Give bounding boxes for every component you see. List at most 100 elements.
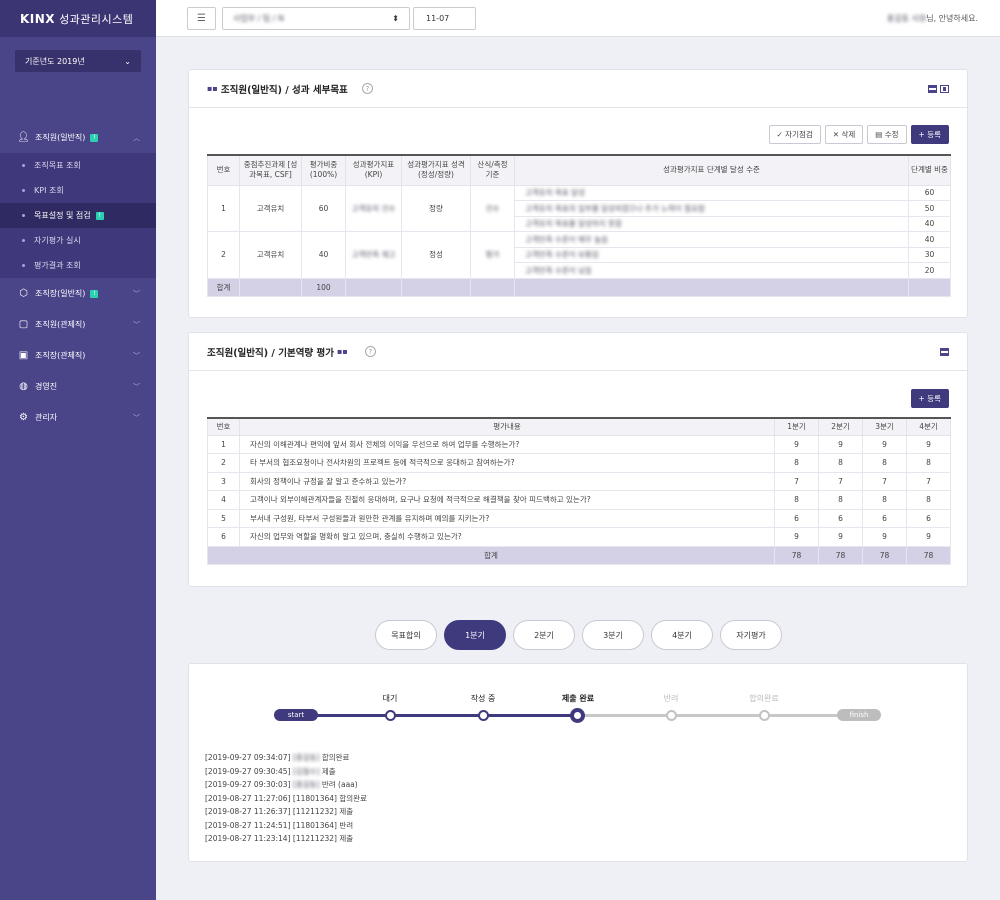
col-header: 성과평가지표 (KPI) xyxy=(345,154,402,186)
row-no: 2 xyxy=(207,453,240,473)
table-row[interactable]: 5 부서내 구성원, 타부서 구성원들과 원만한 관계를 유지하며 예의를 지키는… xyxy=(207,508,951,528)
register-button[interactable]: + 등록 xyxy=(910,125,949,144)
alert-badge: ! xyxy=(95,211,104,220)
row-kind: 정량 xyxy=(401,184,471,232)
expand-icon[interactable] xyxy=(940,85,949,93)
tab-q2[interactable]: 2분기 xyxy=(513,620,575,650)
q-score: 8 xyxy=(818,490,863,510)
self-check-button[interactable]: ✓ 자기점검 xyxy=(768,125,821,144)
sidebar-sub-org-goals[interactable]: 조직목표 조회 xyxy=(0,153,156,178)
log-ts: [2019-09-27 09:30:45] xyxy=(205,766,291,776)
level-weight: 40 xyxy=(908,231,951,248)
row-kind: 정성 xyxy=(401,231,471,279)
total-value: 100 xyxy=(301,277,346,297)
tab-q4[interactable]: 4분기 xyxy=(651,620,713,650)
table-row[interactable]: 1 자신의 이해관계나 편익에 앞서 회사 전체의 이익을 우선으로 하여 업무를… xyxy=(207,434,951,454)
row-no: 4 xyxy=(207,490,240,510)
sub-item-label: 평가결과 조회 xyxy=(34,261,81,270)
date-value: 11-07 xyxy=(426,14,450,23)
help-icon[interactable]: ? xyxy=(364,346,376,357)
brand[interactable]: KINX 성과관리시스템 xyxy=(0,0,156,37)
updown-icon: ⬍ xyxy=(392,14,399,23)
table-row[interactable]: 3 회사의 정책이나 규정을 잘 알고 준수하고 있는가? 7 7 7 7 xyxy=(207,471,951,491)
date-input[interactable]: 11-07 xyxy=(413,7,476,30)
bullet-icon xyxy=(22,164,25,167)
sidebar-sub-results[interactable]: 평가결과 조회 xyxy=(0,253,156,278)
sidebar-sub-kpi[interactable]: KPI 조회 xyxy=(0,178,156,203)
history-log: [2019-09-27 09:34:07] [홍길동] 합의완료 [2019-0… xyxy=(205,751,367,846)
log-msg: 제출 xyxy=(339,834,354,843)
delete-button[interactable]: ✕ 삭제 xyxy=(824,125,864,144)
step-label: 작성 중 xyxy=(470,694,496,703)
brand-logo: KINX xyxy=(20,11,56,26)
col-header: 평가내용 xyxy=(239,417,775,436)
sidebar-item-leader-control[interactable]: ▣ 조직장(관제직) ﹀ xyxy=(0,340,156,371)
table-row[interactable]: 2 고객유치 40 고객만족 제고 정성 평가 고객만족 수준이 매우 높음 4… xyxy=(207,231,951,279)
gear-icon: ⚙ xyxy=(19,412,28,423)
sidebar-sub-self-eval[interactable]: 자기평가 실시 xyxy=(0,228,156,253)
table-row[interactable]: 1 고객유치 60 고객유치 건수 정량 건수 고객유치 목표 달성 60 xyxy=(207,184,951,232)
panel-title: 조직원(일반직) / 기본역량 평가 xyxy=(207,347,334,359)
q-score: 9 xyxy=(906,527,951,547)
row-task: 고객유치 xyxy=(239,231,302,279)
log-user: [홍길동] xyxy=(292,753,320,762)
topbar: ☰ 사업부 / 팀 / N ⬍ 11-07 홍길동 사원님, 안녕하세요. xyxy=(156,0,1000,37)
q-score: 6 xyxy=(774,508,819,528)
collapse-icon[interactable] xyxy=(940,348,949,356)
table-row[interactable]: 4 고객이나 외부이해관계자들을 친절히 응대하며, 요구나 요청에 적극적으로 … xyxy=(207,490,951,510)
menu-toggle-button[interactable]: ☰ xyxy=(187,7,216,30)
sidebar-item-leader-general[interactable]: ⬡ 조직장(일반직) ! ﹀ xyxy=(0,278,156,309)
sidebar-item-label: 조직원(관제직) xyxy=(35,320,86,329)
submenu: 조직목표 조회 KPI 조회 목표설정 및 점검! 자기평가 실시 평가결과 조… xyxy=(0,153,156,278)
log-ts: [2019-08-27 11:23:14] xyxy=(205,834,291,843)
brand-title: 성과관리시스템 xyxy=(59,12,134,26)
register-button[interactable]: + 등록 xyxy=(910,389,949,408)
step-label: 반려 xyxy=(663,694,679,703)
level-weight: 30 xyxy=(908,246,951,263)
bullet-icon xyxy=(22,264,25,267)
row-content: 고객이나 외부이해관계자들을 친절히 응대하며, 요구나 요청에 적극적으로 해… xyxy=(239,490,775,510)
collapse-icon[interactable] xyxy=(928,85,937,93)
step-node xyxy=(385,710,396,721)
step-node xyxy=(666,710,677,721)
goal-table: 번호 중점추진과제 [성과목표, CSF] 평가비중 (100%) 성과평가지표… xyxy=(207,154,951,297)
year-select[interactable]: 기준년도 2019년 ⌄ xyxy=(15,50,141,72)
org-select[interactable]: 사업부 / 팀 / N ⬍ xyxy=(222,7,410,30)
log-msg: 합의완료 xyxy=(321,753,350,762)
table-row[interactable]: 6 자신의 업무와 역할을 명확히 알고 있으며, 충실히 수행하고 있는가? 9 9… xyxy=(207,527,951,547)
greeting-text: 님, 안녕하세요. xyxy=(926,14,978,23)
tab-self-eval[interactable]: 자기평가 xyxy=(720,620,782,650)
level-text: 고객만족 수준이 낮음 xyxy=(514,262,909,279)
sidebar-item-admin[interactable]: ⚙ 관리자 ﹀ xyxy=(0,402,156,433)
total-row: 합계 100 xyxy=(207,277,951,297)
sidebar-item-executive[interactable]: ◍ 경영진 ﹀ xyxy=(0,371,156,402)
level-text: 고객유치 목표를 달성하지 못함 xyxy=(514,215,909,232)
level-text: 고객유치 목표의 일부를 달성하였으나 추가 노력이 필요함 xyxy=(514,200,909,217)
help-icon[interactable]: ? xyxy=(361,83,373,94)
row-content: 자신의 이해관계나 편익에 앞서 회사 전체의 이익을 우선으로 하여 업무를 … xyxy=(239,434,775,454)
tab-agreement[interactable]: 목표합의 xyxy=(375,620,437,650)
level-text: 고객만족 수준이 보통임 xyxy=(514,246,909,263)
row-weight: 60 xyxy=(301,184,346,232)
log-ts: [2019-09-27 09:30:03] xyxy=(205,780,291,789)
table-row[interactable]: 2타 부서의 협조요청이나 전사차원의 프로젝트 등에 적극적으로 응대하고 참… xyxy=(207,453,951,473)
col-header: 3분기 xyxy=(862,417,907,436)
bullet-icon xyxy=(22,189,25,192)
edit-button[interactable]: ▤ 수정 xyxy=(867,125,907,144)
row-formula: 건수 xyxy=(470,184,515,232)
total-value: 78 xyxy=(906,545,951,565)
sidebar-item-label: 관리자 xyxy=(35,413,58,422)
bullet-icon xyxy=(22,214,25,217)
sidebar-sub-goal-setting[interactable]: 목표설정 및 점검! xyxy=(0,203,156,228)
competency-table: 번호 평가내용 1분기 2분기 3분기 4분기 1 자신의 이해관계나 편익에 앞… xyxy=(207,417,951,565)
log-msg: 제출 xyxy=(321,766,336,776)
progress-finish: finish xyxy=(837,709,881,721)
log-msg: 제출 xyxy=(339,807,354,816)
log-entry: [2019-08-27 11:24:51] [11801364] 반려 xyxy=(205,819,367,833)
sidebar-item-member-general[interactable]: 👤︎ 조직원(일반직) ! ︿ xyxy=(0,122,156,153)
sidebar-item-member-control[interactable]: ▢ 조직원(관제직) ﹀ xyxy=(0,309,156,340)
tab-q1[interactable]: 1분기 xyxy=(444,620,506,650)
q-score: 9 xyxy=(774,527,819,547)
q-score: 9 xyxy=(862,434,907,454)
tab-q3[interactable]: 3분기 xyxy=(582,620,644,650)
